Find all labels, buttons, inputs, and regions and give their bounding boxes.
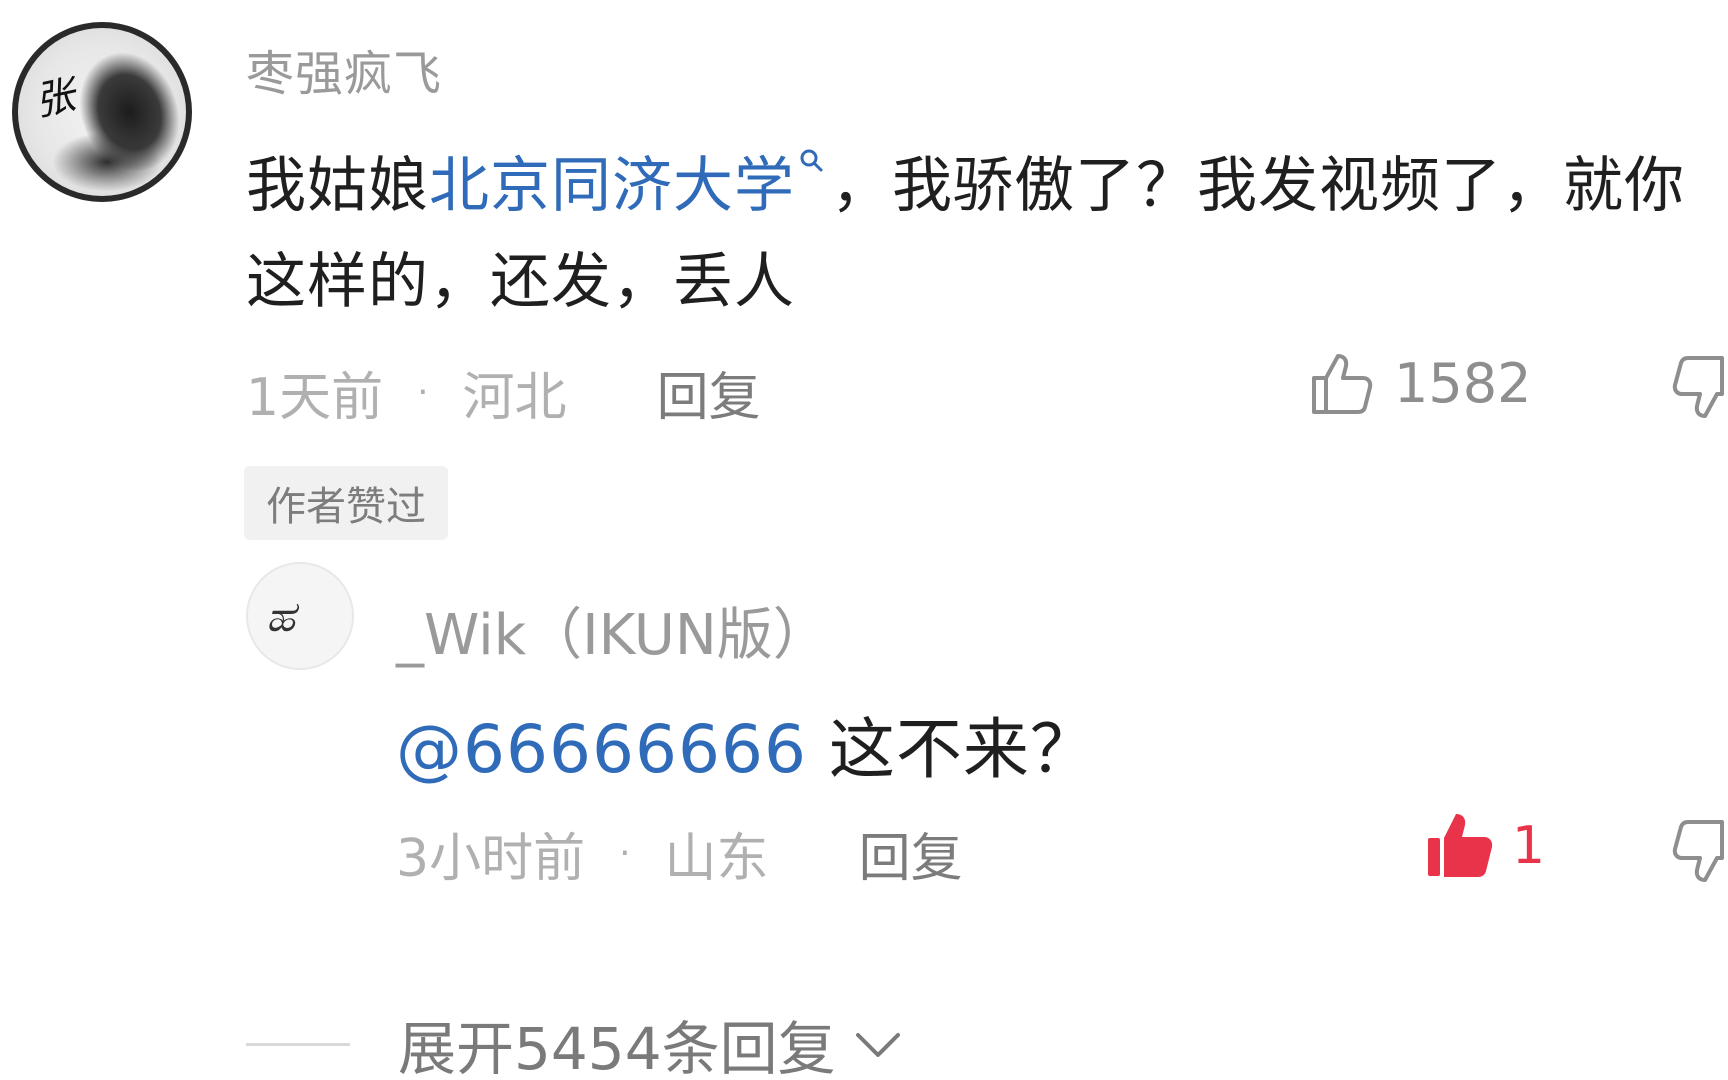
thumbs-up-filled-icon (1428, 814, 1493, 877)
expand-label: 展开5454条回复 (398, 1015, 836, 1080)
like-count: 1 (1512, 816, 1546, 876)
like-count: 1582 (1394, 351, 1532, 415)
mention-link[interactable]: @66666666 (396, 711, 807, 788)
comment-location: 河北 (462, 367, 567, 428)
reply-location: 山东 (664, 828, 769, 889)
reply-time: 3小时前 (396, 828, 586, 889)
reply-button[interactable]: 回复 (657, 355, 761, 430)
search-icon[interactable] (795, 138, 831, 186)
thumbs-down-outline-icon[interactable] (1672, 816, 1728, 886)
replier-username[interactable]: _Wik（IKUN版） (396, 590, 829, 671)
thumbs-up-outline-icon (1312, 354, 1373, 414)
commenter-username[interactable]: 枣强疯飞 (246, 34, 442, 104)
comment-time: 1天前 (246, 367, 384, 428)
comment-thread: 张 枣强疯飞 我姑娘北京同济大学 ，我骄傲了？我发视频了，就你这样的，还发，丢人 … (0, 0, 1728, 1080)
replier-avatar[interactable]: ಹ (246, 562, 354, 670)
separator-dot: · (619, 832, 631, 874)
author-liked-badge: 作者赞过 (244, 466, 448, 540)
avatar-ink-stroke (52, 132, 162, 192)
chevron-down-icon (855, 1033, 900, 1057)
reply-button[interactable]: 回复 (859, 816, 963, 891)
thumbs-down-outline-icon[interactable] (1672, 352, 1728, 422)
comment-like-button[interactable]: 1582 (1308, 348, 1531, 418)
avatar-doodle: ಹ (266, 592, 296, 641)
search-link[interactable]: 北京同济大学 (429, 151, 795, 221)
comment-text-part: 我姑娘 (246, 151, 429, 221)
separator-dot: · (417, 371, 429, 413)
divider-line (246, 1042, 350, 1046)
commenter-avatar[interactable]: 张 (12, 22, 192, 202)
expand-replies-button[interactable]: 展开5454条回复 (246, 1002, 902, 1080)
reply-meta: 3小时前 · 山东 回复 (396, 822, 963, 889)
comment-meta: 1天前 · 河北 回复 (246, 362, 761, 428)
reply-body: @66666666 这不来？ (396, 696, 1097, 792)
reply-like-button[interactable]: 1 (1424, 808, 1545, 884)
reply-text-part: 这不来？ (806, 711, 1097, 788)
comment-body: 我姑娘北京同济大学 ，我骄傲了？我发视频了，就你这样的，还发，丢人 (246, 138, 1686, 330)
